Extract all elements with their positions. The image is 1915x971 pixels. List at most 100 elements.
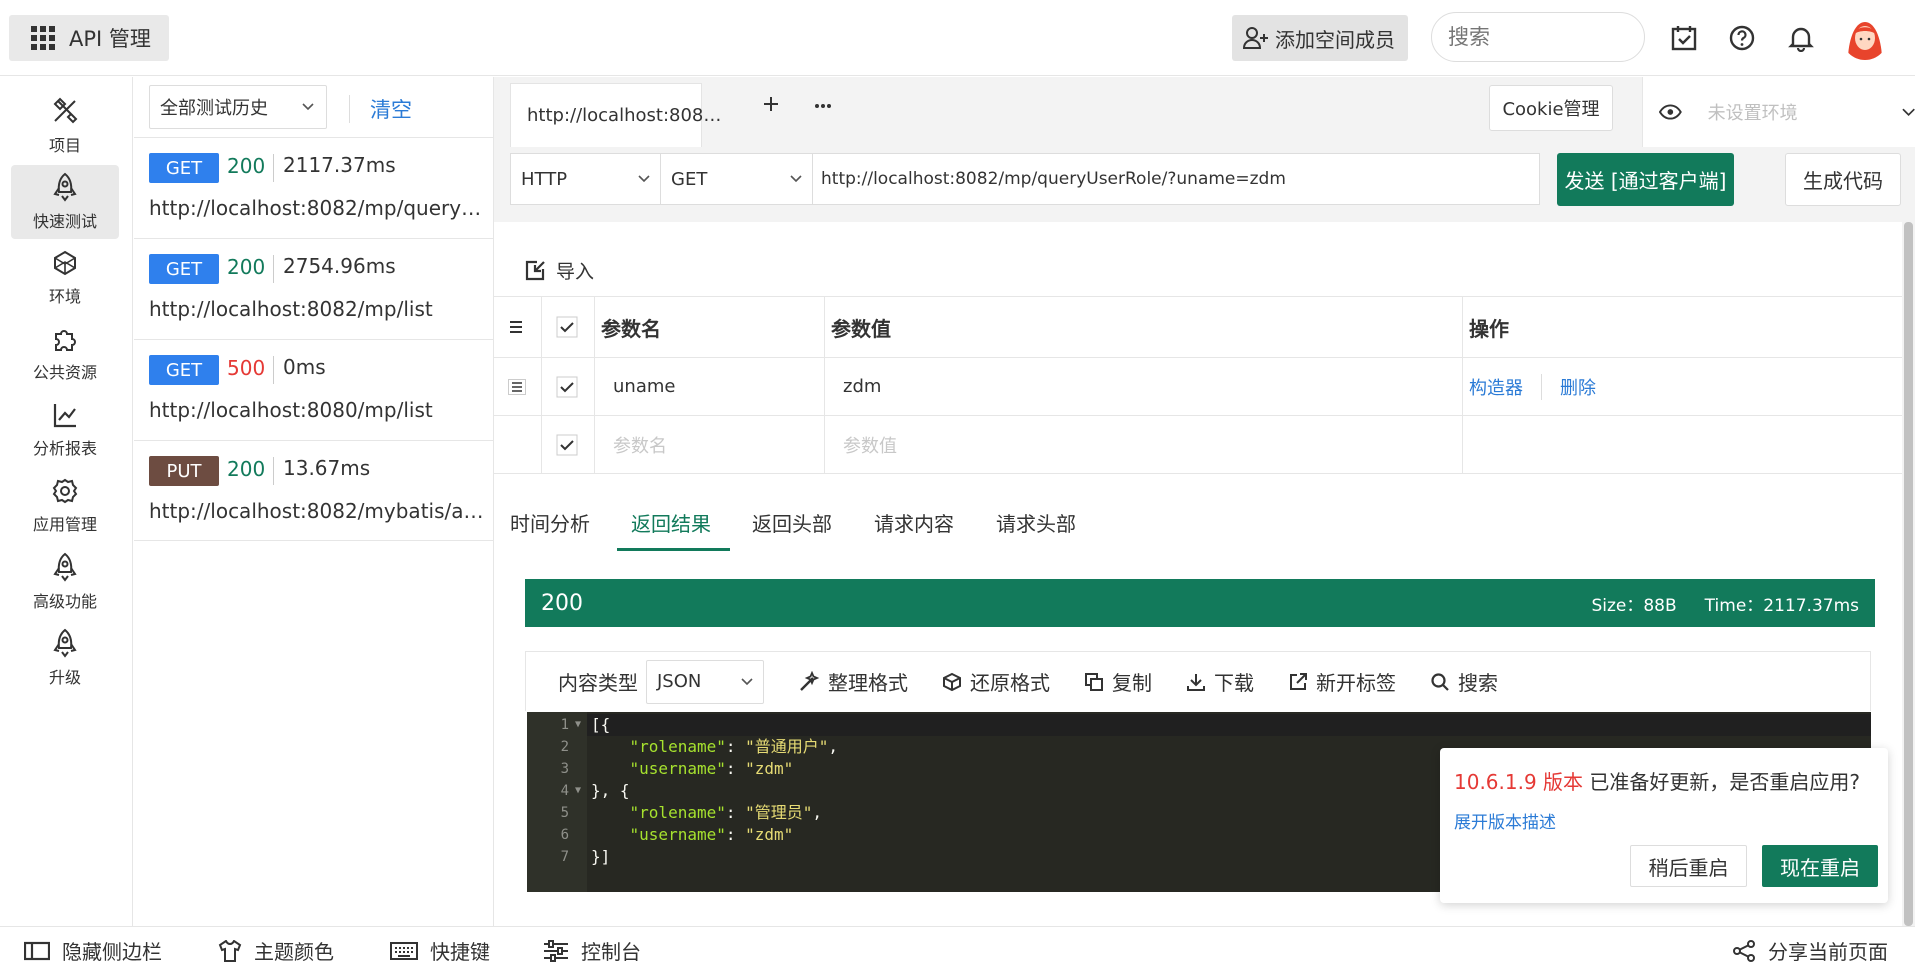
history-filter-select[interactable]: 全部测试历史 <box>149 85 327 129</box>
row-checkbox[interactable] <box>556 376 578 398</box>
copy-icon <box>1085 672 1103 691</box>
history-url: http://localhost:8082/mp/list <box>149 297 433 321</box>
tab-request-headers[interactable]: 请求头部 <box>996 508 1076 537</box>
download-button[interactable]: 下载 <box>1186 667 1254 696</box>
method-select[interactable]: GET <box>661 154 813 204</box>
method-badge: GET <box>149 355 219 385</box>
theme-color-button[interactable]: 主题颜色 <box>218 936 334 965</box>
response-time: Time：2117.37ms <box>1704 595 1859 616</box>
import-button[interactable]: 导入 <box>556 257 594 284</box>
download-label: 下载 <box>1214 671 1254 695</box>
response-time: 13.67ms <box>283 456 371 480</box>
fold-icon[interactable]: ▼ <box>575 780 581 802</box>
sidebar-item-quick-test[interactable]: 快速测试 <box>11 165 119 239</box>
sidebar-item-environment[interactable]: 环境 <box>11 241 119 315</box>
history-item[interactable]: PUT 200 13.67ms http://localhost:8082/my… <box>134 440 494 541</box>
param-name-placeholder[interactable]: 参数名 <box>594 416 824 473</box>
main-scrollbar[interactable] <box>1902 222 1915 926</box>
cookie-manager-button[interactable]: Cookie管理 <box>1489 85 1613 131</box>
history-clear-button[interactable]: 清空 <box>349 95 412 123</box>
line-number: 7 <box>560 849 569 865</box>
history-url: http://localhost:8082/mp/queryUserRole/?… <box>149 196 484 220</box>
add-tab-icon[interactable] <box>762 95 780 113</box>
restore-format-button[interactable]: 还原格式 <box>942 667 1050 696</box>
send-button[interactable]: 发送 [通过客户端] <box>1557 153 1734 206</box>
sidebar-item-project[interactable]: 项目 <box>11 89 119 163</box>
divider <box>273 154 274 182</box>
release-notes-link[interactable]: 展开版本描述 <box>1454 808 1556 833</box>
global-search-input[interactable] <box>1431 12 1645 62</box>
calendar-check-icon[interactable] <box>1670 24 1698 52</box>
code-line: }, { <box>591 781 630 800</box>
delete-link[interactable]: 删除 <box>1560 374 1596 400</box>
row-checkbox[interactable] <box>556 434 578 456</box>
response-time: 2754.96ms <box>283 254 396 278</box>
param-value-cell[interactable]: zdm <box>824 358 1462 415</box>
protocol-select[interactable]: HTTP <box>511 154 661 204</box>
bottom-bar: 隐藏侧边栏 主题颜色 快捷键 控制台 分享当前页面 <box>0 926 1915 971</box>
drag-handle-icon[interactable] <box>508 378 526 395</box>
bell-icon[interactable] <box>1787 24 1815 52</box>
content-type-select[interactable]: JSON <box>646 659 764 704</box>
format-button[interactable]: 整理格式 <box>798 667 908 696</box>
menu-icon[interactable] <box>508 319 526 335</box>
share-page-button[interactable]: 分享当前页面 <box>1732 936 1888 965</box>
request-tab[interactable]: http://localhost:808… <box>510 83 721 147</box>
search-button[interactable]: 搜索 <box>1430 667 1498 696</box>
method-badge: GET <box>149 254 219 284</box>
generate-code-button[interactable]: 生成代码 <box>1785 153 1901 206</box>
update-message: 10.6.1.9 版本 已准备好更新，是否重启应用? <box>1454 766 1860 795</box>
divider <box>273 255 274 283</box>
more-icon[interactable] <box>814 103 832 109</box>
history-item[interactable]: GET 500 0ms http://localhost:8080/mp/lis… <box>134 339 494 440</box>
copy-button[interactable]: 复制 <box>1084 667 1152 696</box>
add-member-button[interactable]: 添加空间成员 <box>1232 15 1408 61</box>
open-new-tab-label: 新开标签 <box>1316 671 1396 695</box>
help-icon[interactable] <box>1728 24 1756 52</box>
content-type-value: JSON <box>657 671 702 692</box>
share-icon <box>1733 939 1755 962</box>
shortcuts-button[interactable]: 快捷键 <box>390 936 490 965</box>
sidebar-item-app-management[interactable]: 应用管理 <box>11 469 119 543</box>
tab-response-body[interactable]: 返回结果 <box>631 508 711 537</box>
avatar[interactable] <box>1842 14 1888 60</box>
history-panel: 全部测试历史 清空 GET 200 2117.37ms http://local… <box>134 77 494 926</box>
protocol-value: HTTP <box>521 168 568 190</box>
environment-select[interactable]: 未设置环境 <box>1642 77 1915 147</box>
tab-time-analysis[interactable]: 时间分析 <box>510 508 590 537</box>
status-code: 200 <box>227 255 266 279</box>
line-number: 1 <box>560 717 569 733</box>
sidebar-item-advanced[interactable]: 高级功能 <box>11 545 119 619</box>
restart-now-button[interactable]: 现在重启 <box>1762 845 1878 887</box>
copy-label: 复制 <box>1112 671 1152 695</box>
restart-later-button[interactable]: 稍后重启 <box>1630 845 1747 887</box>
param-value-placeholder[interactable]: 参数值 <box>824 416 1462 473</box>
import-icon[interactable] <box>524 260 546 282</box>
import-row: 导入 <box>494 245 1902 297</box>
scrollbar-thumb[interactable] <box>1904 222 1913 926</box>
json-string: 普通用户 <box>754 737 819 756</box>
console-button[interactable]: 控制台 <box>543 936 641 965</box>
table-row: uname zdm 构造器 删除 <box>494 358 1902 416</box>
format-label: 整理格式 <box>828 671 908 695</box>
builder-link[interactable]: 构造器 <box>1469 374 1523 400</box>
param-name-cell[interactable]: uname <box>594 358 824 415</box>
keyboard-icon <box>390 941 418 960</box>
open-new-tab-button[interactable]: 新开标签 <box>1288 667 1396 696</box>
app-menu-button[interactable]: API 管理 <box>9 15 169 61</box>
sidebar-item-upgrade[interactable]: 升级 <box>11 621 119 695</box>
tab-response-headers[interactable]: 返回头部 <box>752 508 832 537</box>
grid-icon <box>31 26 55 50</box>
fold-icon[interactable]: ▼ <box>575 714 581 736</box>
sidebar-item-public-resources[interactable]: 公共资源 <box>11 317 119 391</box>
url-input[interactable] <box>813 154 1539 204</box>
hide-sidebar-button[interactable]: 隐藏侧边栏 <box>24 936 162 965</box>
history-item[interactable]: GET 200 2754.96ms http://localhost:8082/… <box>134 238 494 339</box>
theme-color-label: 主题颜色 <box>254 940 334 964</box>
select-all-checkbox[interactable] <box>556 316 578 338</box>
sidebar-item-analytics[interactable]: 分析报表 <box>11 393 119 467</box>
tab-request-content[interactable]: 请求内容 <box>874 508 954 537</box>
history-item[interactable]: GET 200 2117.37ms http://localhost:8082/… <box>134 137 494 238</box>
method-badge: PUT <box>149 456 219 486</box>
environment-icon <box>54 250 76 276</box>
